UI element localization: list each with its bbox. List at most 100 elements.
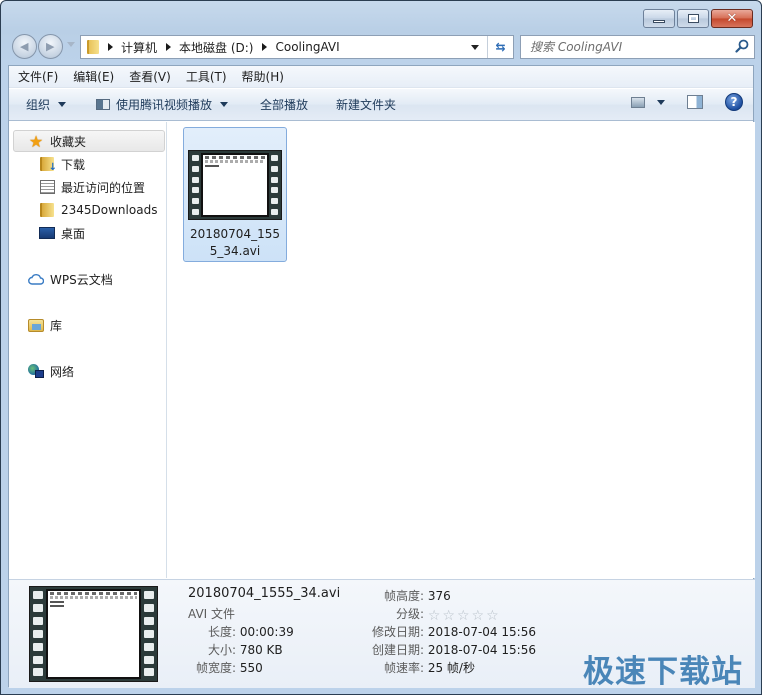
play-with-label: 使用腾讯视频播放 bbox=[116, 98, 213, 112]
breadcrumb-chevron-icon[interactable] bbox=[262, 43, 268, 51]
maximize-button[interactable] bbox=[677, 9, 709, 28]
details-label: 帧高度: bbox=[383, 589, 424, 603]
network-icon bbox=[28, 363, 44, 379]
sidebar-item-favorites[interactable]: ★ 收藏夹 bbox=[13, 130, 165, 152]
star-empty-icon[interactable]: ☆ bbox=[472, 609, 485, 623]
search-box bbox=[520, 35, 755, 59]
folder-icon bbox=[87, 40, 99, 54]
close-button[interactable]: ✕ bbox=[711, 9, 753, 28]
file-name: 20180704_1555_34.avi bbox=[190, 227, 280, 258]
sidebar-item-recent-places[interactable]: 最近访问的位置 bbox=[39, 177, 145, 197]
forward-button[interactable]: ▶ bbox=[38, 34, 63, 59]
back-button[interactable]: ◀ bbox=[12, 34, 37, 59]
sidebar-item-label: 下载 bbox=[61, 157, 86, 172]
address-history-dropdown[interactable] bbox=[471, 45, 479, 50]
star-empty-icon[interactable]: ☆ bbox=[457, 609, 470, 623]
sidebar-item-libraries[interactable]: 库 bbox=[28, 315, 62, 335]
details-value: 550 bbox=[239, 661, 263, 675]
library-icon bbox=[28, 317, 44, 333]
rating-stars[interactable]: ☆ ☆ ☆ ☆ ☆ bbox=[428, 609, 499, 623]
sidebar-item-label: 桌面 bbox=[61, 226, 86, 241]
chevron-down-icon bbox=[220, 102, 229, 107]
file-item[interactable]: 20180704_1555_34.avi bbox=[183, 127, 287, 262]
desktop-icon bbox=[39, 225, 55, 241]
minimize-button[interactable] bbox=[643, 9, 675, 28]
details-file-name: 20180704_1555_34.avi bbox=[188, 586, 341, 601]
menu-file[interactable]: 文件(F) bbox=[18, 68, 58, 85]
explorer-window: ✕ ◀ ▶ 计算机 本地磁盘 (D:) CoolingAVI ⇆ 文件(F) bbox=[0, 0, 762, 695]
organize-label: 组织 bbox=[26, 98, 51, 112]
play-with-button[interactable]: 使用腾讯视频播放 bbox=[88, 93, 236, 117]
breadcrumb-chevron-icon[interactable] bbox=[166, 43, 172, 51]
details-rating: 分级: ☆ ☆ ☆ ☆ ☆ bbox=[364, 605, 499, 623]
new-folder-label: 新建文件夹 bbox=[336, 98, 397, 112]
star-empty-icon[interactable]: ☆ bbox=[428, 609, 441, 623]
navigation-row: ◀ ▶ 计算机 本地磁盘 (D:) CoolingAVI ⇆ bbox=[9, 33, 755, 59]
menu-tools[interactable]: 工具(T) bbox=[186, 68, 227, 85]
file-list-area[interactable]: 20180704_1555_34.avi bbox=[168, 122, 755, 578]
preview-pane-icon[interactable] bbox=[687, 95, 703, 109]
minimize-icon bbox=[653, 20, 665, 23]
sidebar-item-network[interactable]: 网络 bbox=[28, 361, 74, 381]
refresh-icon: ⇆ bbox=[495, 40, 506, 54]
details-created-date: 创建日期: 2018-07-04 15:56 bbox=[364, 641, 536, 658]
details-size: 大小: 780 KB bbox=[188, 641, 283, 658]
sidebar-item-desktop[interactable]: 桌面 bbox=[39, 223, 85, 243]
details-frame-height: 帧高度: 376 bbox=[364, 587, 451, 604]
menu-edit[interactable]: 编辑(E) bbox=[73, 68, 114, 85]
organize-button[interactable]: 组织 bbox=[9, 93, 74, 117]
recent-places-icon bbox=[39, 179, 55, 195]
details-label: 修改日期: bbox=[371, 625, 424, 639]
sidebar-item-2345downloads[interactable]: 2345Downloads bbox=[39, 200, 157, 220]
video-thumbnail-icon bbox=[188, 150, 282, 220]
details-value: 00:00:39 bbox=[239, 625, 294, 639]
details-label: 帧宽度: bbox=[195, 661, 236, 675]
refresh-button[interactable]: ⇆ bbox=[488, 36, 513, 58]
details-label: 帧速率: bbox=[383, 661, 424, 675]
sidebar-item-label: 最近访问的位置 bbox=[61, 180, 146, 195]
help-icon[interactable]: ? bbox=[725, 93, 743, 111]
view-options-dropdown[interactable] bbox=[657, 99, 665, 105]
folder-icon bbox=[39, 202, 55, 218]
navigation-pane: ★ 收藏夹 ↓ 下载 最近访问的位置 2345Downloads 桌面 WPS云… bbox=[9, 122, 167, 578]
command-bar-right: ? bbox=[631, 93, 743, 111]
sidebar-item-label: 网络 bbox=[50, 364, 75, 379]
chevron-down-icon bbox=[58, 102, 67, 107]
sidebar-item-downloads[interactable]: ↓ 下载 bbox=[39, 154, 85, 174]
watermark-text: 极速下载站 bbox=[583, 654, 743, 690]
play-all-label: 全部播放 bbox=[260, 98, 309, 112]
recent-pages-dropdown[interactable] bbox=[67, 42, 75, 47]
details-pane: 20180704_1555_34.avi AVI 文件 长度: 00:00:39… bbox=[9, 579, 755, 690]
details-value: 2018-07-04 15:56 bbox=[427, 625, 536, 639]
back-arrow-icon: ◀ bbox=[20, 40, 29, 53]
menu-help[interactable]: 帮助(H) bbox=[242, 68, 284, 85]
breadcrumb-current-folder[interactable]: CoolingAVI bbox=[275, 40, 339, 54]
search-icon[interactable] bbox=[735, 39, 749, 53]
star-empty-icon[interactable]: ☆ bbox=[486, 609, 499, 623]
breadcrumb-chevron-icon[interactable] bbox=[108, 43, 113, 51]
menu-view[interactable]: 查看(V) bbox=[129, 68, 171, 85]
breadcrumb-local-disk[interactable]: 本地磁盘 (D:) bbox=[179, 39, 253, 56]
address-bar[interactable]: 计算机 本地磁盘 (D:) CoolingAVI ⇆ bbox=[80, 35, 514, 59]
maximize-icon bbox=[687, 14, 699, 23]
details-file-type: AVI 文件 bbox=[188, 607, 236, 621]
star-icon: ★ bbox=[28, 131, 44, 151]
menu-bar: 文件(F) 编辑(E) 查看(V) 工具(T) 帮助(H) bbox=[9, 66, 753, 88]
details-modified-date: 修改日期: 2018-07-04 15:56 bbox=[364, 623, 536, 640]
play-all-button[interactable]: 全部播放 bbox=[252, 93, 316, 117]
sidebar-item-label: 库 bbox=[50, 318, 63, 333]
details-label: 创建日期: bbox=[371, 643, 424, 657]
sidebar-item-label: WPS云文档 bbox=[50, 272, 113, 287]
breadcrumb-computer[interactable]: 计算机 bbox=[121, 39, 157, 56]
sidebar-item-label: 2345Downloads bbox=[61, 203, 158, 217]
new-folder-button[interactable]: 新建文件夹 bbox=[328, 93, 404, 117]
details-label: 分级: bbox=[395, 607, 424, 621]
command-bar: 组织 使用腾讯视频播放 全部播放 新建文件夹 ? bbox=[9, 89, 753, 121]
change-view-icon[interactable] bbox=[631, 96, 645, 108]
search-input[interactable] bbox=[521, 36, 721, 58]
details-length: 长度: 00:00:39 bbox=[188, 623, 294, 640]
close-icon: ✕ bbox=[726, 11, 738, 26]
star-empty-icon[interactable]: ☆ bbox=[442, 609, 455, 623]
sidebar-item-wps-cloud[interactable]: WPS云文档 bbox=[28, 269, 113, 289]
forward-arrow-icon: ▶ bbox=[46, 40, 55, 53]
